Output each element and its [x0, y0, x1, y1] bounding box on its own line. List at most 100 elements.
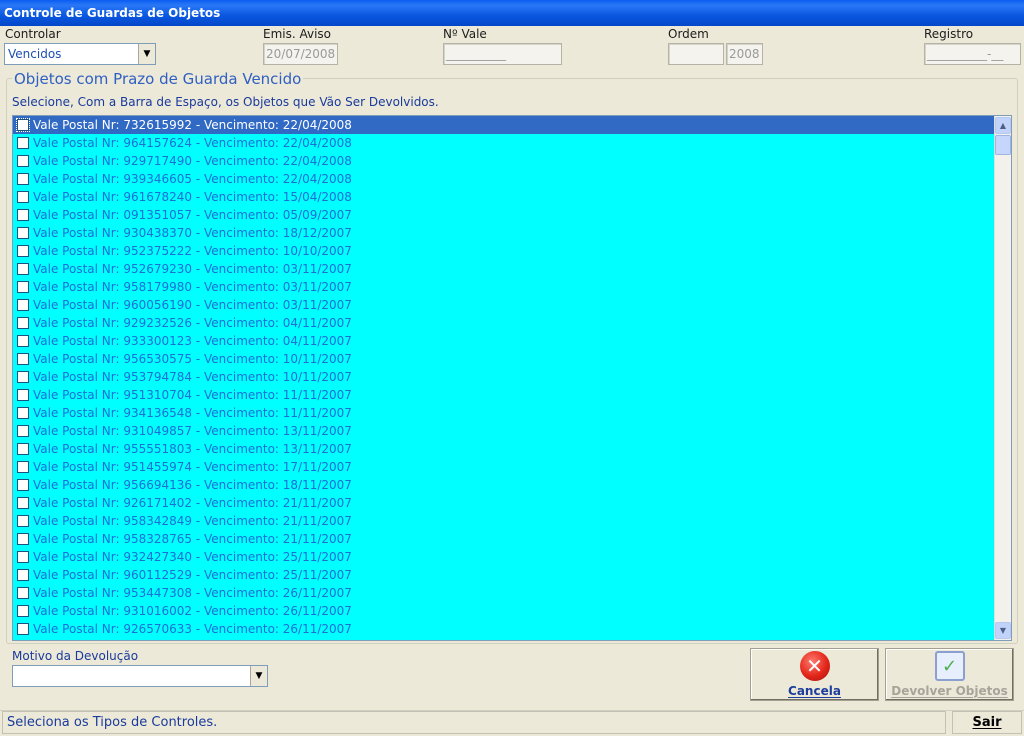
- return-objects-button[interactable]: ✓ Devolver Objetos: [885, 648, 1014, 701]
- list-item-label: Vale Postal Nr: 956530575 - Vencimento: …: [33, 352, 352, 366]
- item-checkbox[interactable]: [17, 587, 29, 599]
- ordem-field[interactable]: [668, 43, 724, 65]
- list-item[interactable]: Vale Postal Nr: 953447308 - Vencimento: …: [13, 584, 995, 602]
- item-checkbox[interactable]: [17, 263, 29, 275]
- list-item[interactable]: Vale Postal Nr: 091351057 - Vencimento: …: [13, 206, 995, 224]
- list-item[interactable]: Vale Postal Nr: 933300123 - Vencimento: …: [13, 332, 995, 350]
- item-checkbox[interactable]: [17, 551, 29, 563]
- list-item[interactable]: Vale Postal Nr: 952375222 - Vencimento: …: [13, 242, 995, 260]
- chevron-down-icon[interactable]: ▼: [138, 44, 155, 64]
- item-checkbox[interactable]: [17, 497, 29, 509]
- list-item[interactable]: Vale Postal Nr: 960112529 - Vencimento: …: [13, 566, 995, 584]
- scroll-up-icon[interactable]: ▲: [995, 117, 1011, 134]
- list-item[interactable]: Vale Postal Nr: 952679230 - Vencimento: …: [13, 260, 995, 278]
- list-item-label: Vale Postal Nr: 939346605 - Vencimento: …: [33, 172, 352, 186]
- list-item[interactable]: Vale Postal Nr: 934136548 - Vencimento: …: [13, 404, 995, 422]
- list-item[interactable]: Vale Postal Nr: 961678240 - Vencimento: …: [13, 188, 995, 206]
- list-item[interactable]: Vale Postal Nr: 960056190 - Vencimento: …: [13, 296, 995, 314]
- scroll-down-icon[interactable]: ▼: [995, 622, 1011, 639]
- item-checkbox[interactable]: [17, 371, 29, 383]
- item-checkbox[interactable]: [17, 335, 29, 347]
- controlar-select[interactable]: Vencidos ▼: [4, 43, 156, 65]
- exit-button-label: Sair: [972, 715, 1002, 730]
- list-item[interactable]: Vale Postal Nr: 929232526 - Vencimento: …: [13, 314, 995, 332]
- list-item[interactable]: Vale Postal Nr: 930438370 - Vencimento: …: [13, 224, 995, 242]
- item-checkbox[interactable]: [17, 389, 29, 401]
- item-checkbox[interactable]: [17, 245, 29, 257]
- item-checkbox[interactable]: [16, 118, 30, 132]
- chevron-down-icon[interactable]: ▼: [250, 666, 267, 686]
- item-checkbox[interactable]: [17, 281, 29, 293]
- window-title: Controle de Guardas de Objetos: [0, 0, 1024, 26]
- list-item[interactable]: Vale Postal Nr: 926570633 - Vencimento: …: [13, 620, 995, 638]
- emis-aviso-field[interactable]: 20/07/2008: [263, 43, 338, 65]
- cancel-button[interactable]: ✕ Cancela: [750, 648, 879, 701]
- item-checkbox[interactable]: [17, 173, 29, 185]
- list-item[interactable]: Vale Postal Nr: 732615992 - Vencimento: …: [13, 116, 995, 134]
- list-item[interactable]: Vale Postal Nr: 932427340 - Vencimento: …: [13, 548, 995, 566]
- list-item-label: Vale Postal Nr: 732615992 - Vencimento: …: [33, 118, 352, 132]
- list-item[interactable]: Vale Postal Nr: 956694136 - Vencimento: …: [13, 476, 995, 494]
- list-item-label: Vale Postal Nr: 951310704 - Vencimento: …: [33, 388, 352, 402]
- exit-button[interactable]: Sair: [952, 711, 1022, 734]
- list-item[interactable]: Vale Postal Nr: 929717490 - Vencimento: …: [13, 152, 995, 170]
- motivo-select[interactable]: ▼: [12, 665, 268, 687]
- item-checkbox[interactable]: [17, 461, 29, 473]
- ordem-label: Ordem: [668, 27, 709, 41]
- list-item[interactable]: Vale Postal Nr: 926171402 - Vencimento: …: [13, 494, 995, 512]
- motivo-label: Motivo da Devolução: [12, 649, 139, 663]
- item-checkbox[interactable]: [17, 623, 29, 635]
- list-item-label: Vale Postal Nr: 961678240 - Vencimento: …: [33, 190, 352, 204]
- list-item-label: Vale Postal Nr: 951455974 - Vencimento: …: [33, 460, 352, 474]
- list-item-label: Vale Postal Nr: 934136548 - Vencimento: …: [33, 406, 352, 420]
- list-item-label: Vale Postal Nr: 926171402 - Vencimento: …: [33, 496, 352, 510]
- list-item-label: Vale Postal Nr: 929232526 - Vencimento: …: [33, 316, 352, 330]
- list-item[interactable]: Vale Postal Nr: 958179980 - Vencimento: …: [13, 278, 995, 296]
- registro-label: Registro: [924, 27, 974, 41]
- item-checkbox[interactable]: [17, 479, 29, 491]
- list-item[interactable]: Vale Postal Nr: 951310704 - Vencimento: …: [13, 386, 995, 404]
- item-checkbox[interactable]: [17, 317, 29, 329]
- item-checkbox[interactable]: [17, 191, 29, 203]
- registro-field[interactable]: __________-__: [924, 43, 1021, 65]
- emis-aviso-label: Emis. Aviso: [263, 27, 332, 41]
- controlar-value: Vencidos: [8, 47, 62, 61]
- item-checkbox[interactable]: [17, 407, 29, 419]
- ordem-year-field[interactable]: 2008: [726, 43, 763, 65]
- list-scrollbar[interactable]: ▲ ▼: [994, 116, 1011, 640]
- list-item[interactable]: Vale Postal Nr: 951455974 - Vencimento: …: [13, 458, 995, 476]
- list-item[interactable]: Vale Postal Nr: 953794784 - Vencimento: …: [13, 368, 995, 386]
- item-checkbox[interactable]: [17, 605, 29, 617]
- objects-listbox[interactable]: Vale Postal Nr: 732615992 - Vencimento: …: [12, 115, 1012, 641]
- list-item-label: Vale Postal Nr: 960112529 - Vencimento: …: [33, 568, 352, 582]
- item-checkbox[interactable]: [17, 533, 29, 545]
- list-item[interactable]: Vale Postal Nr: 931016002 - Vencimento: …: [13, 602, 995, 620]
- item-checkbox[interactable]: [17, 299, 29, 311]
- list-item-label: Vale Postal Nr: 929717490 - Vencimento: …: [33, 154, 352, 168]
- item-checkbox[interactable]: [17, 425, 29, 437]
- item-checkbox[interactable]: [17, 515, 29, 527]
- objects-list: Vale Postal Nr: 732615992 - Vencimento: …: [13, 116, 995, 640]
- list-item[interactable]: Vale Postal Nr: 956530575 - Vencimento: …: [13, 350, 995, 368]
- list-item-label: Vale Postal Nr: 960056190 - Vencimento: …: [33, 298, 352, 312]
- list-item[interactable]: Vale Postal Nr: 955551803 - Vencimento: …: [13, 440, 995, 458]
- list-item[interactable]: Vale Postal Nr: 964157624 - Vencimento: …: [13, 134, 995, 152]
- list-item-label: Vale Postal Nr: 952679230 - Vencimento: …: [33, 262, 352, 276]
- item-checkbox[interactable]: [17, 155, 29, 167]
- item-checkbox[interactable]: [17, 209, 29, 221]
- item-checkbox[interactable]: [17, 227, 29, 239]
- return-check-icon: ✓: [934, 651, 965, 681]
- list-item-label: Vale Postal Nr: 933300123 - Vencimento: …: [33, 334, 352, 348]
- item-checkbox[interactable]: [17, 569, 29, 581]
- n-vale-field[interactable]: __________: [443, 43, 562, 65]
- list-item[interactable]: Vale Postal Nr: 958328765 - Vencimento: …: [13, 530, 995, 548]
- list-item[interactable]: Vale Postal Nr: 939346605 - Vencimento: …: [13, 170, 995, 188]
- item-checkbox[interactable]: [17, 137, 29, 149]
- group-title: Objetos com Prazo de Guarda Vencido: [12, 70, 304, 88]
- scroll-thumb[interactable]: [995, 135, 1011, 155]
- list-item[interactable]: Vale Postal Nr: 931049857 - Vencimento: …: [13, 422, 995, 440]
- item-checkbox[interactable]: [17, 353, 29, 365]
- list-item-label: Vale Postal Nr: 952375222 - Vencimento: …: [33, 244, 352, 258]
- list-item[interactable]: Vale Postal Nr: 958342849 - Vencimento: …: [13, 512, 995, 530]
- item-checkbox[interactable]: [17, 443, 29, 455]
